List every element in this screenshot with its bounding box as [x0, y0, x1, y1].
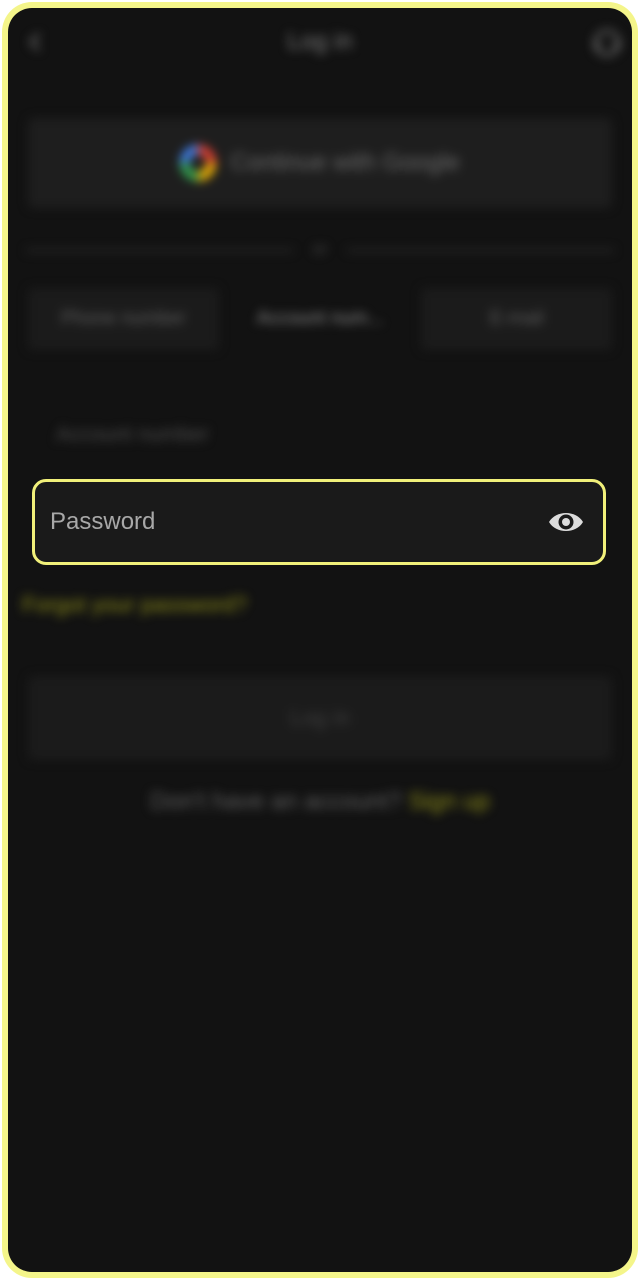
google-icon	[180, 145, 217, 181]
page-title: Log in	[287, 28, 353, 55]
blurred-background: Log in Continue with Google or Phone num…	[8, 8, 632, 1272]
divider-line-left	[26, 248, 293, 252]
signup-row: Don't have an account? Sign up	[8, 788, 632, 816]
or-divider: or	[26, 240, 615, 260]
highlight-frame: Log in Continue with Google or Phone num…	[2, 2, 638, 1278]
tab-account-number[interactable]: Account num...	[225, 288, 416, 350]
login-method-tabs: Phone number Account num... E-mail	[28, 288, 613, 350]
forgot-password-link[interactable]: Forgot your password?	[22, 592, 247, 618]
tab-phone-number[interactable]: Phone number	[28, 288, 219, 350]
divider-line-right	[347, 248, 615, 252]
google-button-label: Continue with Google	[230, 149, 460, 176]
or-text: or	[312, 241, 328, 258]
eye-icon[interactable]	[547, 503, 585, 541]
password-input[interactable]	[50, 508, 547, 536]
password-field[interactable]	[32, 479, 606, 565]
headset-icon[interactable]	[592, 28, 622, 58]
signup-link[interactable]: Sign up	[408, 788, 489, 815]
login-screen: Log in Continue with Google or Phone num…	[8, 8, 632, 1272]
continue-with-google-button[interactable]: Continue with Google	[28, 118, 612, 208]
signup-prompt: Don't have an account?	[150, 788, 402, 815]
login-button[interactable]: Log in	[28, 676, 612, 760]
top-bar: Log in	[8, 8, 632, 78]
account-number-field[interactable]: Account number	[28, 400, 612, 470]
tab-email[interactable]: E-mail	[421, 288, 613, 350]
